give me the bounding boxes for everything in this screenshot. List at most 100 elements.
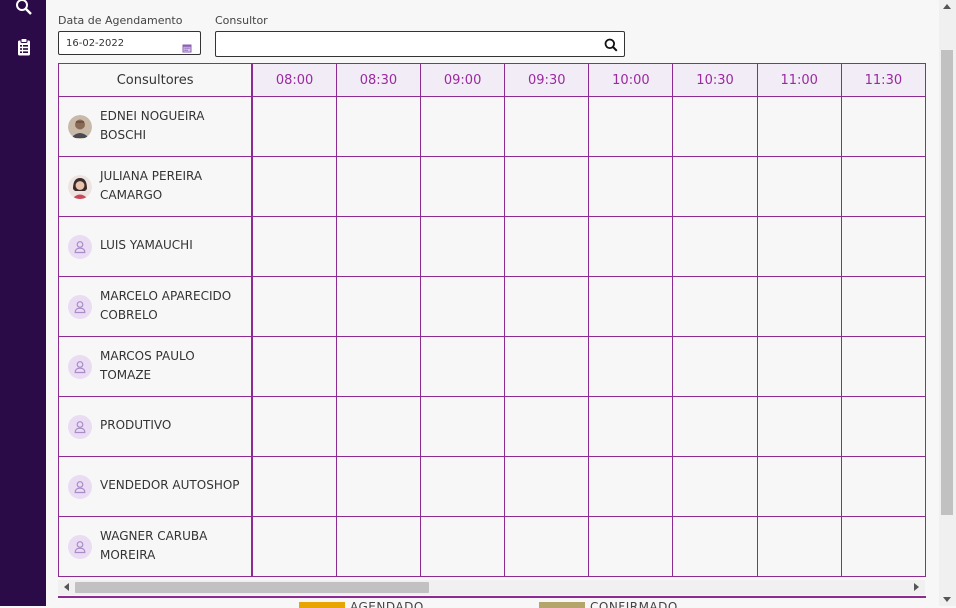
time-slot-cell[interactable]	[756, 156, 842, 217]
time-slot-cell[interactable]	[672, 216, 758, 277]
schedule-table: Consultores 08:00 08:30 09:00 09:30 10:0…	[58, 63, 926, 577]
time-slot-cell[interactable]	[504, 96, 590, 157]
time-slot-cell[interactable]	[420, 276, 506, 337]
scroll-up-icon[interactable]	[943, 4, 951, 9]
calendar-icon[interactable]	[182, 38, 192, 53]
time-header: 10:00	[588, 63, 674, 97]
time-slot-cell[interactable]	[672, 156, 758, 217]
time-slot-cell[interactable]	[672, 336, 758, 397]
time-slot-cell[interactable]	[588, 276, 674, 337]
legend-swatch-confirmado	[539, 602, 585, 608]
consultant-cell[interactable]: WAGNER CARUBA MOREIRA	[58, 516, 254, 577]
time-slot-cell[interactable]	[251, 456, 337, 517]
time-slot-cell[interactable]	[335, 516, 422, 577]
consultant-cell[interactable]: MARCOS PAULO TOMAZE	[58, 336, 254, 397]
time-slot-cell[interactable]	[335, 216, 422, 277]
time-slot-cell[interactable]	[756, 396, 842, 457]
clipboard-icon[interactable]	[14, 37, 34, 57]
time-header: 09:00	[420, 63, 506, 97]
time-slot-cell[interactable]	[504, 396, 590, 457]
schedule-header-row: Consultores 08:00 08:30 09:00 09:30 10:0…	[58, 63, 926, 97]
time-slot-cell[interactable]	[756, 96, 842, 157]
consultant-cell[interactable]: LUIS YAMAUCHI	[58, 216, 254, 277]
user-icon	[68, 354, 92, 379]
time-slot-cell[interactable]	[840, 156, 926, 217]
time-slot-cell[interactable]	[335, 156, 422, 217]
consultant-cell[interactable]: VENDEDOR AUTOSHOP	[58, 456, 254, 517]
time-slot-cell[interactable]	[588, 516, 674, 577]
time-slot-cell[interactable]	[420, 156, 506, 217]
time-slot-cell[interactable]	[335, 276, 422, 337]
time-slot-cell[interactable]	[420, 396, 506, 457]
time-slot-cell[interactable]	[251, 396, 337, 457]
time-slot-cell[interactable]	[420, 216, 506, 277]
time-slot-cell[interactable]	[840, 336, 926, 397]
user-icon	[68, 474, 92, 499]
time-slot-cell[interactable]	[251, 516, 337, 577]
vertical-scrollbar[interactable]	[939, 0, 956, 606]
time-slot-cell[interactable]	[840, 396, 926, 457]
search-report-icon[interactable]	[14, 0, 34, 17]
consultants-column-header: Consultores	[58, 63, 254, 97]
consultant-cell[interactable]: EDNEI NOGUEIRA BOSCHI	[58, 96, 254, 157]
time-slot-cell[interactable]	[588, 156, 674, 217]
time-slot-cell[interactable]	[420, 96, 506, 157]
consultant-name: VENDEDOR AUTOSHOP	[100, 478, 240, 492]
time-slot-cell[interactable]	[420, 516, 506, 577]
time-slot-cell[interactable]	[504, 156, 590, 217]
time-slot-cell[interactable]	[756, 516, 842, 577]
time-slot-cell[interactable]	[672, 96, 758, 157]
time-slot-cell[interactable]	[588, 456, 674, 517]
consultant-cell[interactable]: PRODUTIVO	[58, 396, 254, 457]
time-slot-cell[interactable]	[840, 456, 926, 517]
time-slot-cell[interactable]	[840, 516, 926, 577]
time-slot-cell[interactable]	[504, 216, 590, 277]
time-slot-cell[interactable]	[504, 276, 590, 337]
time-slot-cell[interactable]	[251, 156, 337, 217]
consultant-cell[interactable]: MARCELO APARECIDO COBRELO	[58, 276, 254, 337]
consultor-label: Consultor	[215, 14, 268, 27]
date-field[interactable]: 16-02-2022	[58, 31, 201, 55]
consultor-search-field[interactable]	[215, 31, 625, 57]
table-row: MARCOS PAULO TOMAZE	[58, 336, 926, 397]
time-slot-cell[interactable]	[251, 336, 337, 397]
time-slot-cell[interactable]	[672, 456, 758, 517]
scroll-right-icon[interactable]	[914, 583, 919, 591]
time-slot-cell[interactable]	[335, 456, 422, 517]
time-slot-cell[interactable]	[251, 276, 337, 337]
legend-label-confirmado: CONFIRMADO	[590, 600, 678, 608]
search-icon[interactable]	[604, 37, 618, 52]
time-slot-cell[interactable]	[251, 216, 337, 277]
time-slot-cell[interactable]	[840, 276, 926, 337]
time-slot-cell[interactable]	[756, 336, 842, 397]
time-slot-cell[interactable]	[504, 456, 590, 517]
time-slot-cell[interactable]	[840, 96, 926, 157]
vertical-scroll-thumb[interactable]	[941, 50, 953, 515]
time-slot-cell[interactable]	[672, 396, 758, 457]
consultor-search-input[interactable]	[220, 35, 594, 55]
time-slot-cell[interactable]	[840, 216, 926, 277]
time-slot-cell[interactable]	[251, 96, 337, 157]
time-slot-cell[interactable]	[672, 516, 758, 577]
scroll-down-icon[interactable]	[943, 597, 951, 602]
time-slot-cell[interactable]	[756, 216, 842, 277]
consultant-cell[interactable]: JULIANA PEREIRA CAMARGO	[58, 156, 254, 217]
time-slot-cell[interactable]	[756, 276, 842, 337]
time-slot-cell[interactable]	[672, 276, 758, 337]
horizontal-scrollbar[interactable]	[58, 580, 925, 595]
horizontal-scroll-thumb[interactable]	[75, 582, 429, 593]
time-slot-cell[interactable]	[588, 336, 674, 397]
time-slot-cell[interactable]	[420, 336, 506, 397]
time-slot-cell[interactable]	[335, 96, 422, 157]
user-icon	[68, 294, 92, 319]
time-slot-cell[interactable]	[420, 456, 506, 517]
time-slot-cell[interactable]	[335, 396, 422, 457]
time-slot-cell[interactable]	[588, 96, 674, 157]
time-slot-cell[interactable]	[504, 516, 590, 577]
scroll-left-icon[interactable]	[64, 583, 69, 591]
time-slot-cell[interactable]	[335, 336, 422, 397]
time-slot-cell[interactable]	[504, 336, 590, 397]
time-slot-cell[interactable]	[756, 456, 842, 517]
time-slot-cell[interactable]	[588, 396, 674, 457]
time-slot-cell[interactable]	[588, 216, 674, 277]
